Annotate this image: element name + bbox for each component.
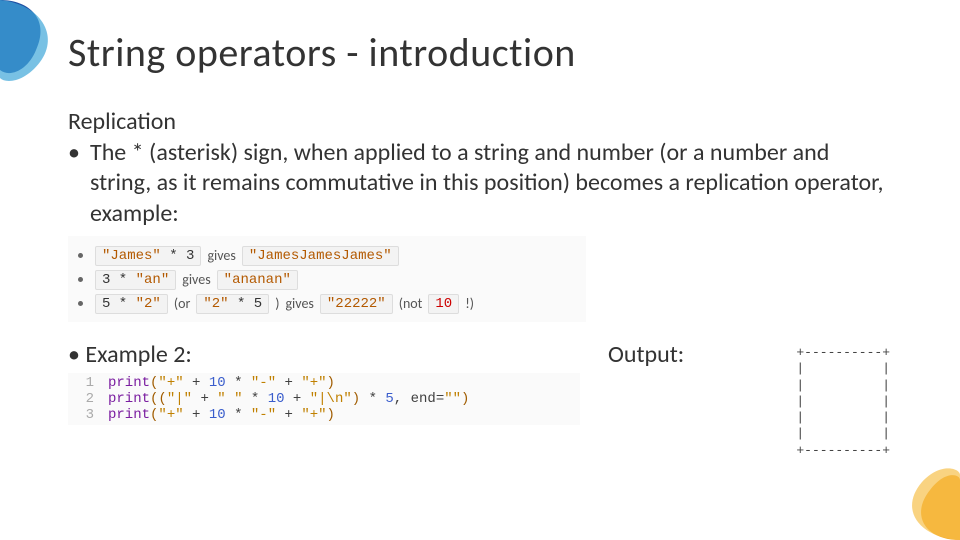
section-heading: Replication [68,107,892,136]
examples-box: "James" * 3 gives "JamesJamesJames" 3 * … [68,236,586,322]
bullet-replication: • The * (asterisk) sign, when applied to… [68,138,892,230]
example-row-1: "James" * 3 gives "JamesJamesJames" [78,246,578,266]
slide-title: String operators - introduction [68,28,892,77]
code-block: 1 print("+" + 10 * "-" + "+") 2 print(("… [68,373,580,425]
bullet-text: The * (asterisk) sign, when applied to a… [90,138,892,230]
bullet-icon [78,277,83,282]
bullet-icon [78,301,83,306]
code-line-1: 1 print("+" + 10 * "-" + "+") [74,375,574,391]
code-line-3: 3 print("+" + 10 * "-" + "+") [74,407,574,423]
output-label: Output: [608,340,684,369]
bullet-icon [78,253,83,258]
example-row-2: 3 * "an" gives "ananan" [78,270,578,290]
output-box: +----------+ | | | | | | | | | | +------… [796,345,890,459]
example-row-3: 5 * "2" (or "2" * 5 ) gives "22222" (not… [78,294,578,314]
example2-label: • Example 2: [68,340,598,369]
code-line-2: 2 print(("|" + " " * 10 + "|\n") * 5, en… [74,391,574,407]
